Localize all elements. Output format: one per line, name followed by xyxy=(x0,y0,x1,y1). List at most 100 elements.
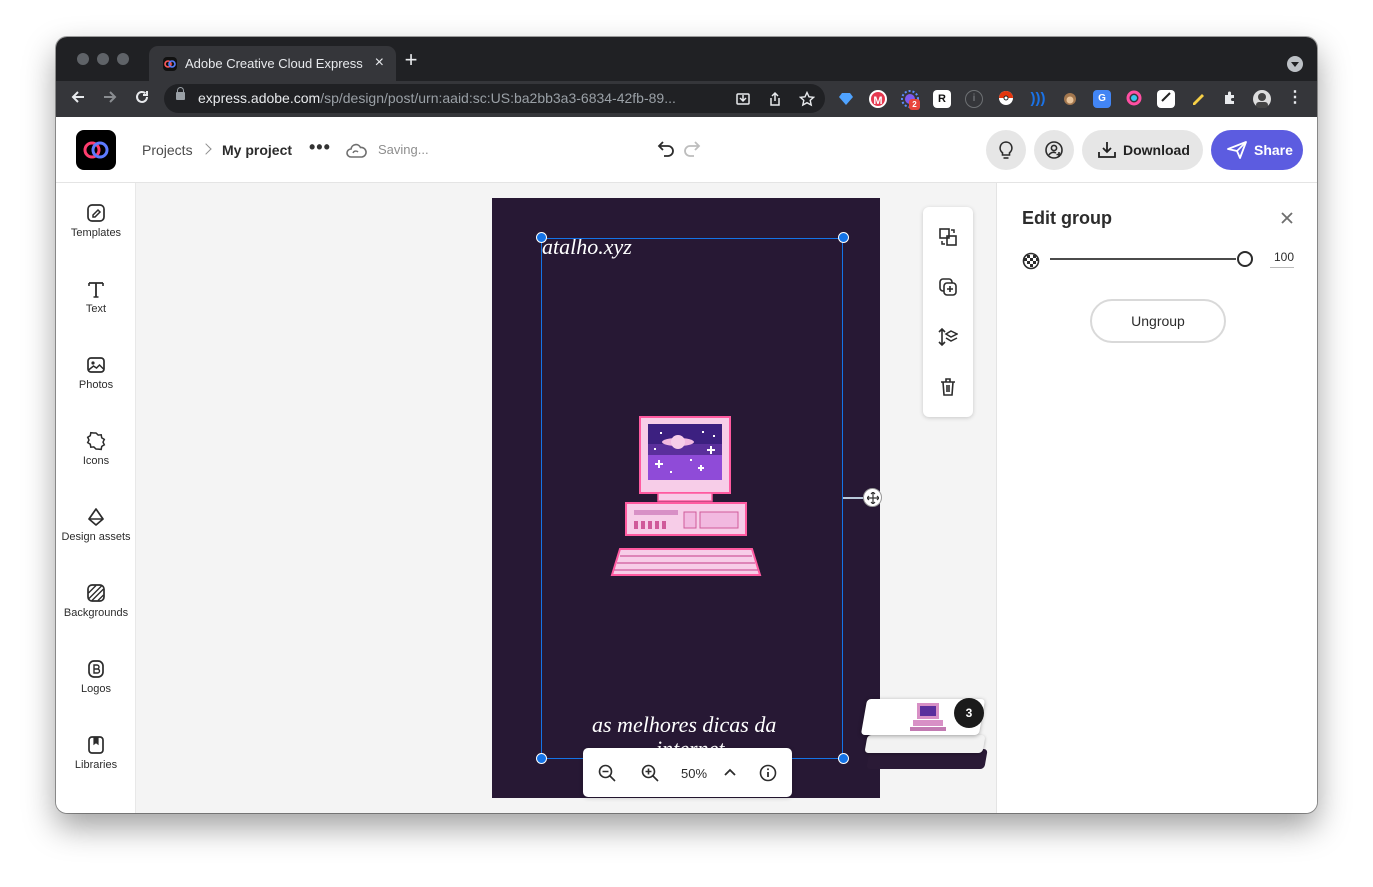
invite-collaborator-button[interactable] xyxy=(1034,130,1074,170)
sidebar-item-label: Icons xyxy=(82,455,110,467)
sidebar-item-backgrounds[interactable]: Backgrounds xyxy=(56,583,136,643)
tab-strip: Adobe Creative Cloud Express × + xyxy=(56,37,1317,81)
left-sidebar: Templates Text Photos Icons Design asset… xyxy=(56,183,136,813)
sound-extension-icon[interactable]: ))) xyxy=(1029,90,1047,108)
sidebar-item-label: Backgrounds xyxy=(63,607,129,619)
sidebar-item-label: Logos xyxy=(81,683,111,695)
zoom-bar: 50% xyxy=(583,748,792,797)
breadcrumb-projects[interactable]: Projects xyxy=(142,142,193,158)
tab-search-icon[interactable] xyxy=(1287,56,1303,72)
duplicate-icon[interactable] xyxy=(938,277,958,297)
resize-handle-bottom-left[interactable] xyxy=(536,753,547,764)
ungroup-button[interactable]: Ungroup xyxy=(1090,299,1226,343)
creative-cloud-logo[interactable] xyxy=(76,130,116,170)
diamond-extension-icon[interactable] xyxy=(837,90,855,108)
edit-extension-icon[interactable] xyxy=(1157,90,1175,108)
sparkle-extension-icon[interactable]: 2 xyxy=(901,90,920,110)
sidebar-item-label: Photos xyxy=(78,379,114,391)
panel-title: Edit group xyxy=(1022,208,1112,228)
download-button[interactable]: Download xyxy=(1082,130,1203,170)
translate-extension-icon[interactable]: G xyxy=(1093,90,1111,108)
pokeball-extension-icon[interactable] xyxy=(997,90,1015,108)
reload-icon[interactable] xyxy=(131,88,153,110)
send-icon xyxy=(1227,141,1247,159)
share-label: Share xyxy=(1254,142,1293,158)
color-ring-extension-icon[interactable] xyxy=(1125,90,1143,108)
logos-icon xyxy=(88,660,104,678)
zoom-out-icon[interactable] xyxy=(598,764,616,782)
opacity-value-input[interactable]: 100 xyxy=(1270,250,1294,268)
chevron-up-icon[interactable] xyxy=(721,764,739,782)
zoom-level[interactable]: 50% xyxy=(681,766,707,781)
zoom-in-icon[interactable] xyxy=(641,764,659,782)
extension-badge: 2 xyxy=(909,99,920,110)
icons-icon xyxy=(86,431,106,451)
selection-box[interactable] xyxy=(541,238,843,759)
adobe-favicon-icon xyxy=(163,57,177,71)
opacity-slider-track[interactable] xyxy=(1050,258,1236,260)
undo-icon[interactable] xyxy=(656,140,676,163)
sidebar-item-design-assets[interactable]: Design assets xyxy=(56,507,136,567)
trash-icon[interactable] xyxy=(938,377,958,397)
resize-handle-top-right[interactable] xyxy=(838,232,849,243)
sidebar-item-photos[interactable]: Photos xyxy=(56,355,136,415)
close-icon[interactable] xyxy=(1280,211,1294,225)
arrange-layers-icon[interactable] xyxy=(938,327,958,347)
add-user-icon xyxy=(1045,141,1063,159)
download-icon xyxy=(1098,142,1116,158)
info-extension-icon[interactable]: i xyxy=(965,90,983,108)
share-button[interactable]: Share xyxy=(1211,130,1303,170)
text-icon xyxy=(88,282,104,298)
libraries-icon xyxy=(88,736,104,754)
profile-avatar[interactable] xyxy=(1253,90,1271,108)
minimize-window-button[interactable] xyxy=(97,53,109,65)
pages-stack[interactable]: 3 xyxy=(856,693,988,793)
redo-icon[interactable] xyxy=(682,140,702,163)
forward-arrow-icon[interactable] xyxy=(99,88,121,110)
m-extension-icon[interactable]: M xyxy=(869,90,887,108)
tab-title: Adobe Creative Cloud Express xyxy=(185,56,363,71)
ideas-lightbulb-button[interactable] xyxy=(986,130,1026,170)
zoom-window-button[interactable] xyxy=(117,53,129,65)
resize-handle-bottom-right[interactable] xyxy=(838,753,849,764)
sidebar-item-text[interactable]: Text xyxy=(56,279,136,339)
close-window-button[interactable] xyxy=(77,53,89,65)
resize-handle-top-left[interactable] xyxy=(536,232,547,243)
move-handle[interactable] xyxy=(863,488,882,507)
templates-icon xyxy=(87,204,105,222)
share-page-icon[interactable] xyxy=(767,91,783,107)
new-tab-button[interactable]: + xyxy=(401,49,421,71)
lightbulb-icon xyxy=(999,141,1013,159)
canvas-area: atalho.xyz as melhores dicas da 50% 3 xyxy=(136,183,996,813)
opacity-slider-thumb[interactable] xyxy=(1237,251,1253,267)
back-arrow-icon[interactable] xyxy=(67,88,89,110)
edit-group-panel: Edit group 100 Ungroup xyxy=(996,183,1317,813)
sidebar-item-libraries[interactable]: Libraries xyxy=(56,735,136,795)
address-bar[interactable]: express.adobe.com/sp/design/post/urn:aai… xyxy=(164,84,825,113)
install-app-icon[interactable] xyxy=(735,91,751,107)
bookmark-star-icon[interactable] xyxy=(798,90,816,107)
browser-tab[interactable]: Adobe Creative Cloud Express × xyxy=(149,46,396,81)
browser-menu-icon[interactable]: ⋮ xyxy=(1286,90,1304,108)
tab-close-icon[interactable]: × xyxy=(375,54,384,72)
r-extension-icon[interactable]: R xyxy=(933,90,951,108)
opacity-icon xyxy=(1022,252,1040,270)
sidebar-item-label: Design assets xyxy=(61,531,131,543)
sidebar-item-icons[interactable]: Icons xyxy=(56,431,136,491)
project-name[interactable]: My project xyxy=(222,142,292,158)
cloud-sync-icon xyxy=(345,143,367,164)
chevron-right-icon xyxy=(200,143,212,155)
highlighter-extension-icon[interactable] xyxy=(1189,90,1207,108)
sidebar-item-logos[interactable]: Logos xyxy=(56,659,136,719)
app-header: Projects My project ••• Saving... Downlo… xyxy=(56,117,1317,183)
sidebar-item-label: Text xyxy=(85,303,107,315)
more-options-icon[interactable]: ••• xyxy=(309,137,331,158)
design-assets-icon xyxy=(88,508,104,526)
extensions-puzzle-icon[interactable] xyxy=(1221,90,1239,108)
sidebar-item-label: Templates xyxy=(70,227,122,239)
monkey-extension-icon[interactable] xyxy=(1061,90,1079,108)
info-icon[interactable] xyxy=(759,764,777,782)
lock-icon xyxy=(176,87,185,100)
replace-icon[interactable] xyxy=(938,227,958,247)
sidebar-item-templates[interactable]: Templates xyxy=(56,203,136,263)
